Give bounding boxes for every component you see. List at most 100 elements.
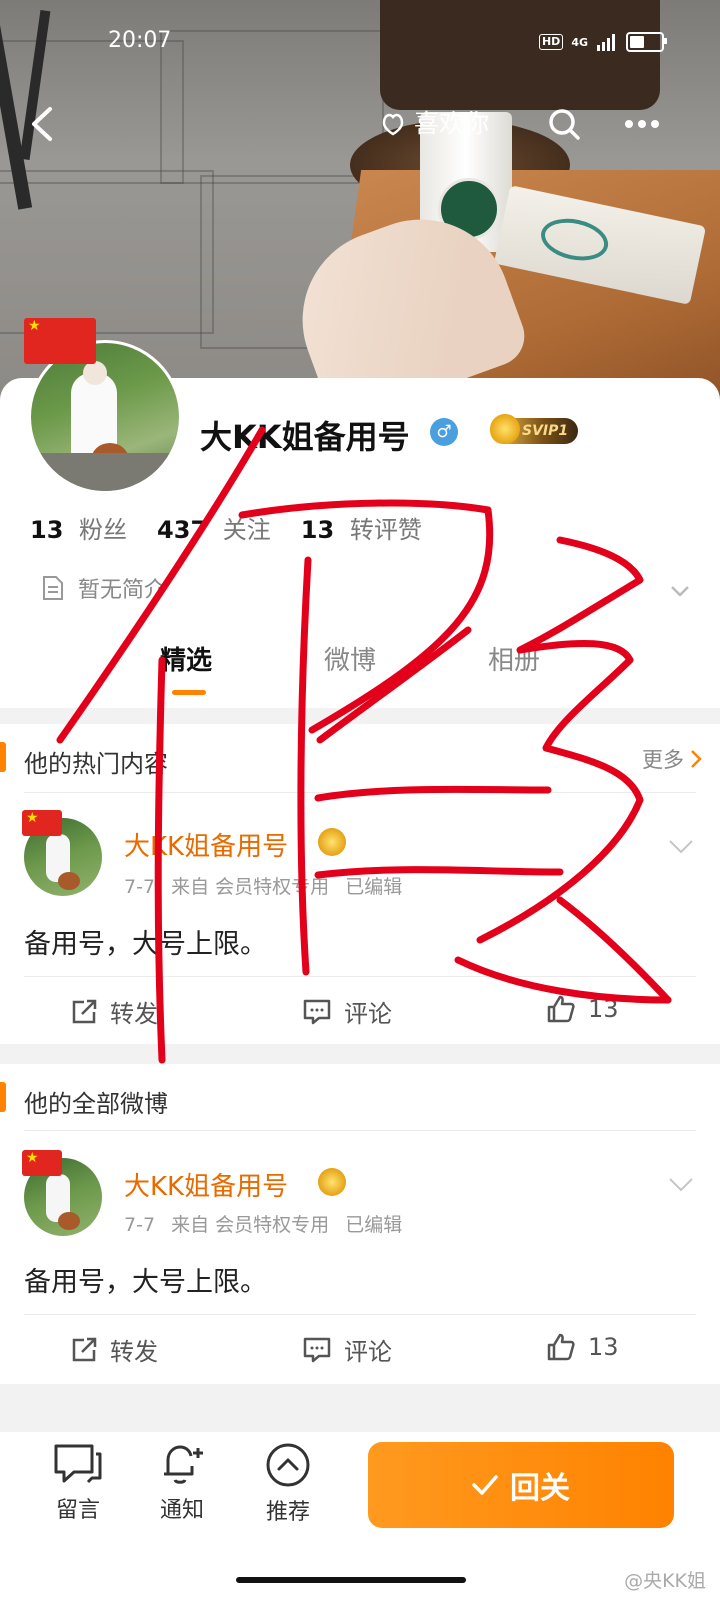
more-label: 更多 <box>642 748 684 772</box>
comment-button[interactable]: 评论 <box>302 1332 392 1367</box>
china-flag-icon <box>22 1150 62 1176</box>
stat-interactions[interactable]: 13 转评赞 <box>301 510 422 545</box>
post-source: 来自 会员特权专用 <box>171 876 330 898</box>
bell-plus-icon <box>164 1445 203 1484</box>
chat-bubble-icon <box>54 1444 102 1484</box>
comment-icon <box>303 999 331 1024</box>
like-button[interactable]: 13 <box>546 1332 619 1362</box>
thumbs-up-icon <box>547 1333 575 1361</box>
like-count: 13 <box>588 995 619 1023</box>
stat-followers[interactable]: 13 粉丝 <box>30 510 127 545</box>
share-icon <box>72 999 97 1023</box>
comment-button[interactable]: 评论 <box>302 994 392 1029</box>
profile-tabs: 精选 微博 相册 <box>0 640 720 700</box>
post-date: 7-7 <box>124 876 156 898</box>
recommend-label: 推荐 <box>265 1500 310 1525</box>
bio-expand-button[interactable] <box>670 578 690 603</box>
chevron-down-icon <box>671 586 689 597</box>
post-author[interactable]: 大KK姐备用号 <box>124 1166 288 1203</box>
recommend-button[interactable]: 推荐 <box>240 1442 336 1526</box>
divider <box>24 1314 696 1315</box>
post-edited: 已编辑 <box>345 1214 403 1236</box>
svip-label: SVIP1 <box>522 423 569 439</box>
section-accent-bar <box>0 742 6 772</box>
stat-followers-label: 粉丝 <box>79 516 128 544</box>
home-indicator[interactable] <box>236 1577 466 1583</box>
male-gender-icon: ♂ <box>430 418 458 446</box>
divider <box>24 1130 696 1131</box>
tab-featured[interactable]: 精选 <box>160 640 212 677</box>
profile-stats: 13 粉丝 437 关注 13 转评赞 <box>30 510 422 545</box>
chevron-down-icon <box>669 1178 693 1192</box>
like-count: 13 <box>588 1333 619 1361</box>
post-text: 备用号，大号上限。 <box>24 1267 267 1298</box>
post-meta: 7-7 来自 会员特权专用 已编辑 <box>124 872 412 899</box>
repost-label: 转发 <box>110 1338 158 1366</box>
thumbs-up-icon <box>547 995 575 1023</box>
checkmark-icon <box>472 1475 498 1495</box>
comment-label: 评论 <box>344 1338 392 1366</box>
stat-following-label: 关注 <box>222 516 271 544</box>
post-date: 7-7 <box>124 1214 156 1236</box>
section-accent-bar <box>0 1082 6 1112</box>
crown-icon <box>490 414 520 444</box>
svip-badge[interactable]: SVIP1 <box>490 414 579 444</box>
divider <box>24 792 696 793</box>
message-label: 留言 <box>55 1498 100 1523</box>
chevron-down-icon <box>669 840 693 854</box>
post-edited: 已编辑 <box>345 876 403 898</box>
stat-interactions-label: 转评赞 <box>349 516 422 544</box>
hot-more-button[interactable]: 更多 <box>642 744 702 774</box>
profile-bio[interactable]: 暂无简介 <box>42 572 166 604</box>
search-button[interactable] <box>544 104 584 144</box>
tab-weibo[interactable]: 微博 <box>324 640 376 677</box>
repost-button[interactable]: 转发 <box>70 1332 158 1367</box>
repost-label: 转发 <box>110 1000 158 1028</box>
share-icon <box>72 1337 97 1361</box>
more-options-button[interactable] <box>620 104 664 144</box>
stat-followers-value: 13 <box>30 516 64 544</box>
vip-crown-icon <box>318 1168 346 1196</box>
post-author[interactable]: 大KK姐备用号 <box>124 826 288 863</box>
more-dots-icon <box>625 120 659 128</box>
comment-icon <box>303 1337 331 1362</box>
bio-text: 暂无简介 <box>78 578 167 603</box>
like-you-button[interactable]: 喜欢你 <box>378 104 489 140</box>
all-section-title: 他的全部微博 <box>24 1090 168 1118</box>
post-meta: 7-7 来自 会员特权专用 已编辑 <box>124 1210 412 1237</box>
back-button[interactable] <box>22 104 62 144</box>
like-button[interactable]: 13 <box>546 994 619 1024</box>
like-you-label: 喜欢你 <box>414 109 490 138</box>
stat-interactions-value: 13 <box>300 516 335 544</box>
post-source: 来自 会员特权专用 <box>171 1214 330 1236</box>
notify-label: 通知 <box>159 1498 204 1523</box>
stat-following[interactable]: 437 关注 <box>157 510 271 545</box>
divider <box>24 976 696 977</box>
china-flag-icon <box>24 318 96 364</box>
signal-icon <box>597 34 615 51</box>
battery-level <box>630 36 645 48</box>
hd-badge: HD <box>538 34 564 50</box>
message-button[interactable]: 留言 <box>30 1442 126 1524</box>
follow-back-button[interactable]: 回关 <box>368 1442 674 1528</box>
chevron-right-icon <box>691 750 702 768</box>
china-flag-icon <box>22 810 62 836</box>
stat-following-value: 437 <box>157 516 208 544</box>
hand-heart-icon <box>382 113 404 136</box>
comment-label: 评论 <box>344 1000 392 1028</box>
notify-button[interactable]: 通知 <box>134 1442 230 1524</box>
hot-section-title: 他的热门内容 <box>24 750 168 778</box>
document-icon <box>43 576 63 600</box>
vip-crown-icon <box>318 828 346 856</box>
post-menu-button[interactable] <box>668 1174 694 1198</box>
chevron-up-circle-icon <box>266 1443 310 1487</box>
status-indicators: HD 4G <box>538 32 667 52</box>
repost-button[interactable]: 转发 <box>70 994 158 1029</box>
chevron-left-icon <box>32 107 52 141</box>
post-menu-button[interactable] <box>668 836 694 860</box>
tab-album[interactable]: 相册 <box>488 640 540 677</box>
tab-active-indicator <box>172 690 206 695</box>
post-text: 备用号，大号上限。 <box>24 929 267 960</box>
profile-username: 大KK姐备用号 <box>200 418 410 456</box>
follow-back-label: 回关 <box>510 1471 570 1506</box>
